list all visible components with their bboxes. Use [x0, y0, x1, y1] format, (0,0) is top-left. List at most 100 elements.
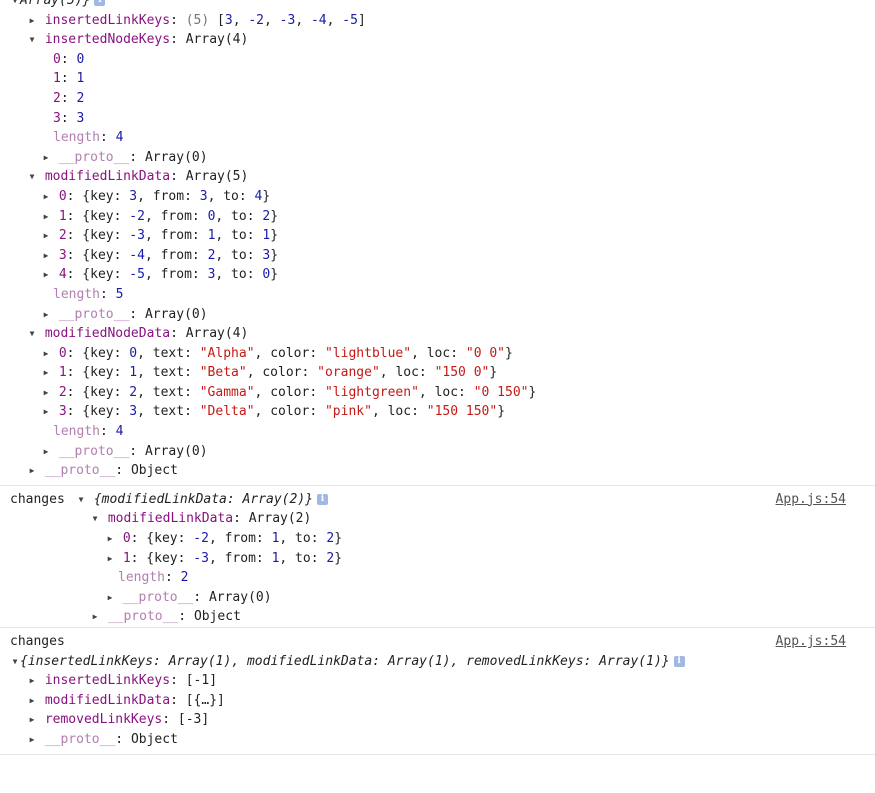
prop-key: insertedLinkKeys: [44, 12, 171, 28]
triangle-down-icon[interactable]: ▼: [90, 509, 100, 529]
field-key: from: [224, 550, 256, 566]
value: 0: [76, 51, 85, 67]
triangle-right-icon[interactable]: ▶: [41, 148, 51, 168]
string-value: "150 150": [426, 404, 498, 420]
link-item-row[interactable]: ▶ 0: {key: -2, from: 1, to: 2}: [0, 529, 875, 549]
triangle-right-icon[interactable]: ▶: [41, 265, 51, 285]
string-value: "lightblue": [324, 345, 412, 361]
source-link[interactable]: App.js:54: [776, 632, 846, 652]
inserted-node-keys-row[interactable]: ▼ insertedNodeKeys: Array(4): [0, 30, 875, 50]
removed-link-keys-row[interactable]: ▶ removedLinkKeys: [-3]: [0, 710, 875, 730]
index: 0: [53, 51, 61, 67]
node-item-row[interactable]: ▶ 0: {key: 0, text: "Alpha", color: "lig…: [0, 344, 875, 364]
length-key: length: [53, 130, 100, 146]
proto-row[interactable]: ▶ __proto__: Object: [0, 607, 875, 627]
link-item-row[interactable]: ▶ 2: {key: -3, from: 1, to: 1}: [0, 226, 875, 246]
triangle-right-icon[interactable]: ▶: [41, 383, 51, 403]
array-summary-row[interactable]: ▼ Array(5)} i: [0, 0, 875, 11]
node-item-row[interactable]: ▶ 1: {key: 1, text: "Beta", color: "oran…: [0, 363, 875, 383]
triangle-right-icon[interactable]: ▶: [41, 402, 51, 422]
triangle-right-icon[interactable]: ▶: [105, 529, 115, 549]
triangle-right-icon[interactable]: ▶: [41, 442, 51, 462]
triangle-right-icon[interactable]: ▶: [27, 11, 37, 31]
triangle-right-icon[interactable]: ▶: [105, 549, 115, 569]
triangle-down-icon[interactable]: ▼: [10, 0, 20, 11]
triangle-right-icon[interactable]: ▶: [27, 671, 37, 691]
field-key: from: [160, 208, 192, 224]
modified-link-data-row[interactable]: ▼ modifiedLinkData: Array(2): [0, 509, 875, 529]
index: 2: [58, 228, 67, 244]
triangle-right-icon[interactable]: ▶: [41, 246, 51, 266]
modified-link-data-row[interactable]: ▼ modifiedLinkData: Array(5): [0, 167, 875, 187]
node-item-row[interactable]: ▶ 3: {key: 3, text: "Delta", color: "pin…: [0, 402, 875, 422]
value: 3: [199, 188, 208, 204]
value: 2: [326, 531, 335, 547]
triangle-right-icon[interactable]: ▶: [41, 344, 51, 364]
proto-key: __proto__: [44, 731, 116, 747]
triangle-right-icon[interactable]: ▶: [90, 607, 100, 627]
object-summary-row[interactable]: ▼ {insertedLinkKeys: Array(1), modifiedLi…: [0, 652, 875, 672]
info-icon[interactable]: i: [94, 0, 106, 6]
field-key: to: [231, 208, 247, 224]
array-item-row: 2: 2: [53, 90, 85, 106]
link-item-row[interactable]: ▶ 3: {key: -4, from: 2, to: 3}: [0, 246, 875, 266]
modified-link-data-row[interactable]: ▶ modifiedLinkData: [{…}]: [0, 691, 875, 711]
triangle-down-icon[interactable]: ▼: [27, 167, 37, 187]
proto-row[interactable]: ▶ __proto__: Array(0): [0, 588, 875, 608]
value: -3: [193, 550, 209, 566]
link-item-row[interactable]: ▶ 4: {key: -5, from: 3, to: 0}: [0, 265, 875, 285]
triangle-right-icon[interactable]: ▶: [27, 710, 37, 730]
link-item-row[interactable]: ▶ 1: {key: -2, from: 0, to: 2}: [0, 207, 875, 227]
triangle-down-icon[interactable]: ▼: [27, 324, 37, 344]
triangle-right-icon[interactable]: ▶: [41, 187, 51, 207]
info-icon[interactable]: i: [673, 655, 685, 667]
proto-row[interactable]: ▶ __proto__: Array(0): [0, 442, 875, 462]
log-prefix: changes: [10, 634, 65, 649]
triangle-right-icon[interactable]: ▶: [105, 588, 115, 608]
triangle-down-icon[interactable]: ▼: [10, 652, 20, 672]
array-item-row: 1: 1: [53, 71, 85, 87]
triangle-right-icon[interactable]: ▶: [41, 305, 51, 325]
proto-row[interactable]: ▶ __proto__: Array(0): [0, 305, 875, 325]
triangle-right-icon[interactable]: ▶: [41, 363, 51, 383]
index: 0: [58, 188, 67, 204]
info-icon[interactable]: i: [317, 493, 328, 505]
string-value: "lightgreen": [324, 384, 419, 400]
length-row: length: 4: [53, 130, 124, 146]
value: 2: [262, 208, 271, 224]
field-key: loc: [387, 404, 412, 420]
type-label: Array(5): [185, 169, 249, 185]
field-key: color: [270, 345, 310, 361]
node-item-row[interactable]: ▶ 2: {key: 2, text: "Gamma", color: "lig…: [0, 383, 875, 403]
prop-key: modifiedLinkData: [44, 692, 171, 708]
triangle-right-icon[interactable]: ▶: [27, 461, 37, 481]
index: 4: [58, 267, 67, 283]
length-row: length: 4: [53, 424, 124, 440]
triangle-right-icon[interactable]: ▶: [41, 226, 51, 246]
field-key: key: [90, 247, 114, 263]
length-row: length: 2: [118, 570, 189, 586]
link-item-row[interactable]: ▶ 0: {key: 3, from: 3, to: 4}: [0, 187, 875, 207]
value: 3: [262, 247, 271, 263]
value: -2: [193, 531, 209, 547]
string-value: "0 150": [473, 384, 529, 400]
array-item-row: 3: 3: [53, 110, 85, 126]
inserted-link-keys-row[interactable]: ▶ insertedLinkKeys: (5) [3, -2, -3, -4, …: [0, 11, 875, 31]
proto-row[interactable]: ▶ __proto__: Array(0): [0, 148, 875, 168]
link-item-row[interactable]: ▶ 1: {key: -3, from: 1, to: 2}: [0, 549, 875, 569]
modified-node-data-row[interactable]: ▼ modifiedNodeData: Array(4): [0, 324, 875, 344]
triangle-down-icon[interactable]: ▼: [27, 30, 37, 50]
source-link[interactable]: App.js:54: [776, 490, 846, 510]
triangle-right-icon[interactable]: ▶: [41, 207, 51, 227]
triangle-down-icon[interactable]: ▼: [76, 490, 86, 510]
value: 1: [271, 531, 280, 547]
field-key: key: [90, 404, 114, 420]
triangle-right-icon[interactable]: ▶: [27, 730, 37, 750]
proto-row[interactable]: ▶ __proto__: Object: [0, 461, 875, 481]
triangle-right-icon[interactable]: ▶: [27, 691, 37, 711]
inserted-link-keys-row[interactable]: ▶ insertedLinkKeys: [-1]: [0, 671, 875, 691]
proto-row[interactable]: ▶ __proto__: Object: [0, 730, 875, 750]
value: 2: [207, 247, 216, 263]
message-header-row[interactable]: changes ▼ {modifiedLinkData: Array(2)} i Ap…: [0, 490, 875, 510]
index: 3: [58, 247, 67, 263]
